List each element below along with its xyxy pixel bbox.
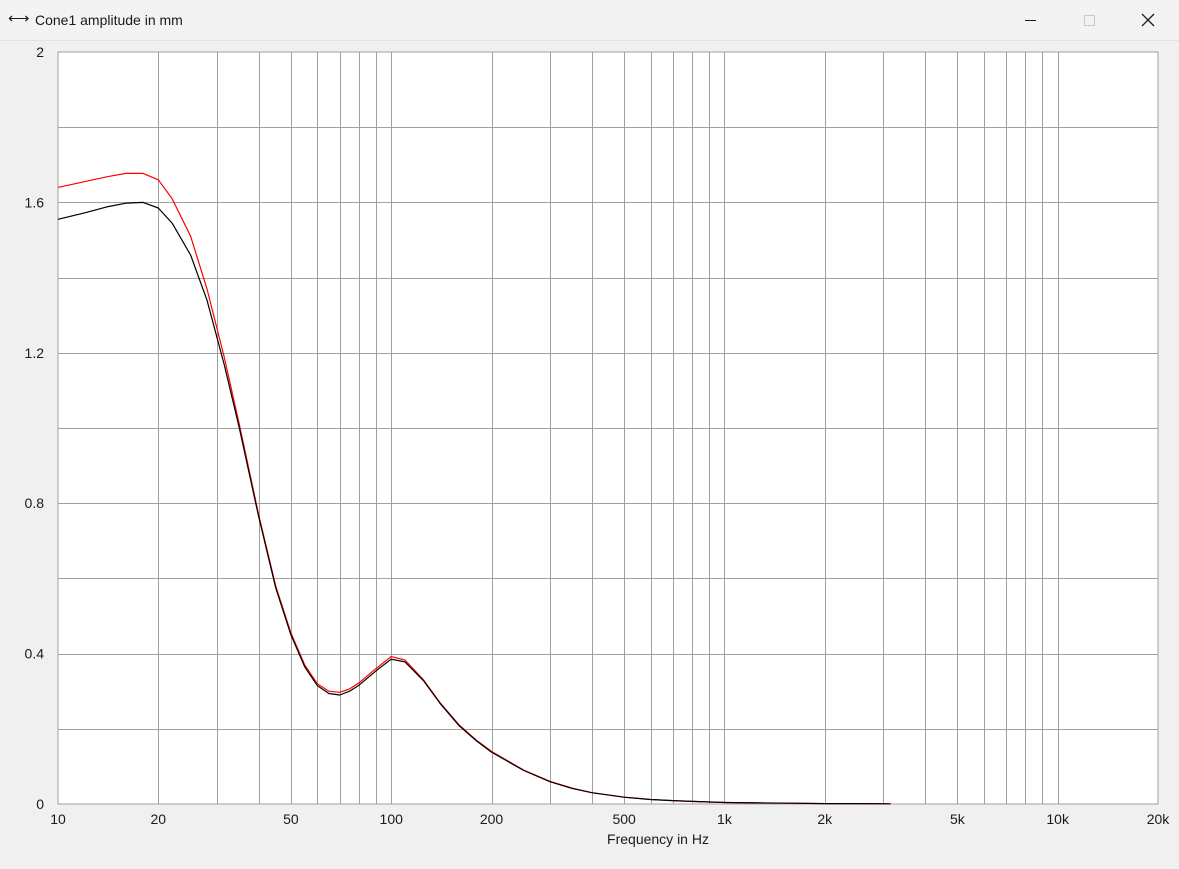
double-arrow-icon: ⟷ xyxy=(8,10,30,27)
chart-area: 10 20 50 100 200 500 1k 2k 5k 10k 20k 0 0.4 0.8 1.2 1.6… xyxy=(0,41,1179,864)
y-tick-label: 1.6 xyxy=(25,194,45,210)
app-window: ⟷ Cone1 amplitude in mm 10 20 50 100 200 500 1… xyxy=(0,0,1179,864)
title-bar[interactable]: ⟷ Cone1 amplitude in mm xyxy=(0,0,1179,41)
close-icon xyxy=(1141,13,1155,27)
window-title: Cone1 amplitude in mm xyxy=(35,12,183,28)
x-tick-label: 20k xyxy=(1147,811,1171,827)
close-button[interactable] xyxy=(1119,0,1177,40)
x-tick-label: 100 xyxy=(380,811,404,827)
maximize-icon xyxy=(1083,14,1095,26)
y-tick-label: 2 xyxy=(36,44,44,60)
minimize-icon xyxy=(1024,19,1036,21)
x-tick-label: 10k xyxy=(1046,811,1070,827)
y-tick-label: 0.4 xyxy=(25,646,45,662)
maximize-button[interactable] xyxy=(1060,0,1118,40)
minimize-button[interactable] xyxy=(1001,0,1059,40)
x-tick-label: 50 xyxy=(283,811,299,827)
amplitude-chart: 10 20 50 100 200 500 1k 2k 5k 10k 20k 0 0.4 0.8 1.2 1.6… xyxy=(25,44,1171,847)
x-axis-label: Frequency in Hz xyxy=(607,831,709,847)
y-tick-label: 0.8 xyxy=(25,495,45,511)
x-tick-label: 5k xyxy=(950,811,966,827)
y-tick-label: 1.2 xyxy=(25,345,45,361)
x-tick-label: 20 xyxy=(151,811,167,827)
y-tick-label: 0 xyxy=(36,796,44,812)
x-tick-label: 500 xyxy=(612,811,636,827)
x-tick-label: 10 xyxy=(50,811,66,827)
x-tick-label: 1k xyxy=(717,811,733,827)
x-tick-label: 200 xyxy=(480,811,504,827)
x-tick-label: 2k xyxy=(817,811,833,827)
